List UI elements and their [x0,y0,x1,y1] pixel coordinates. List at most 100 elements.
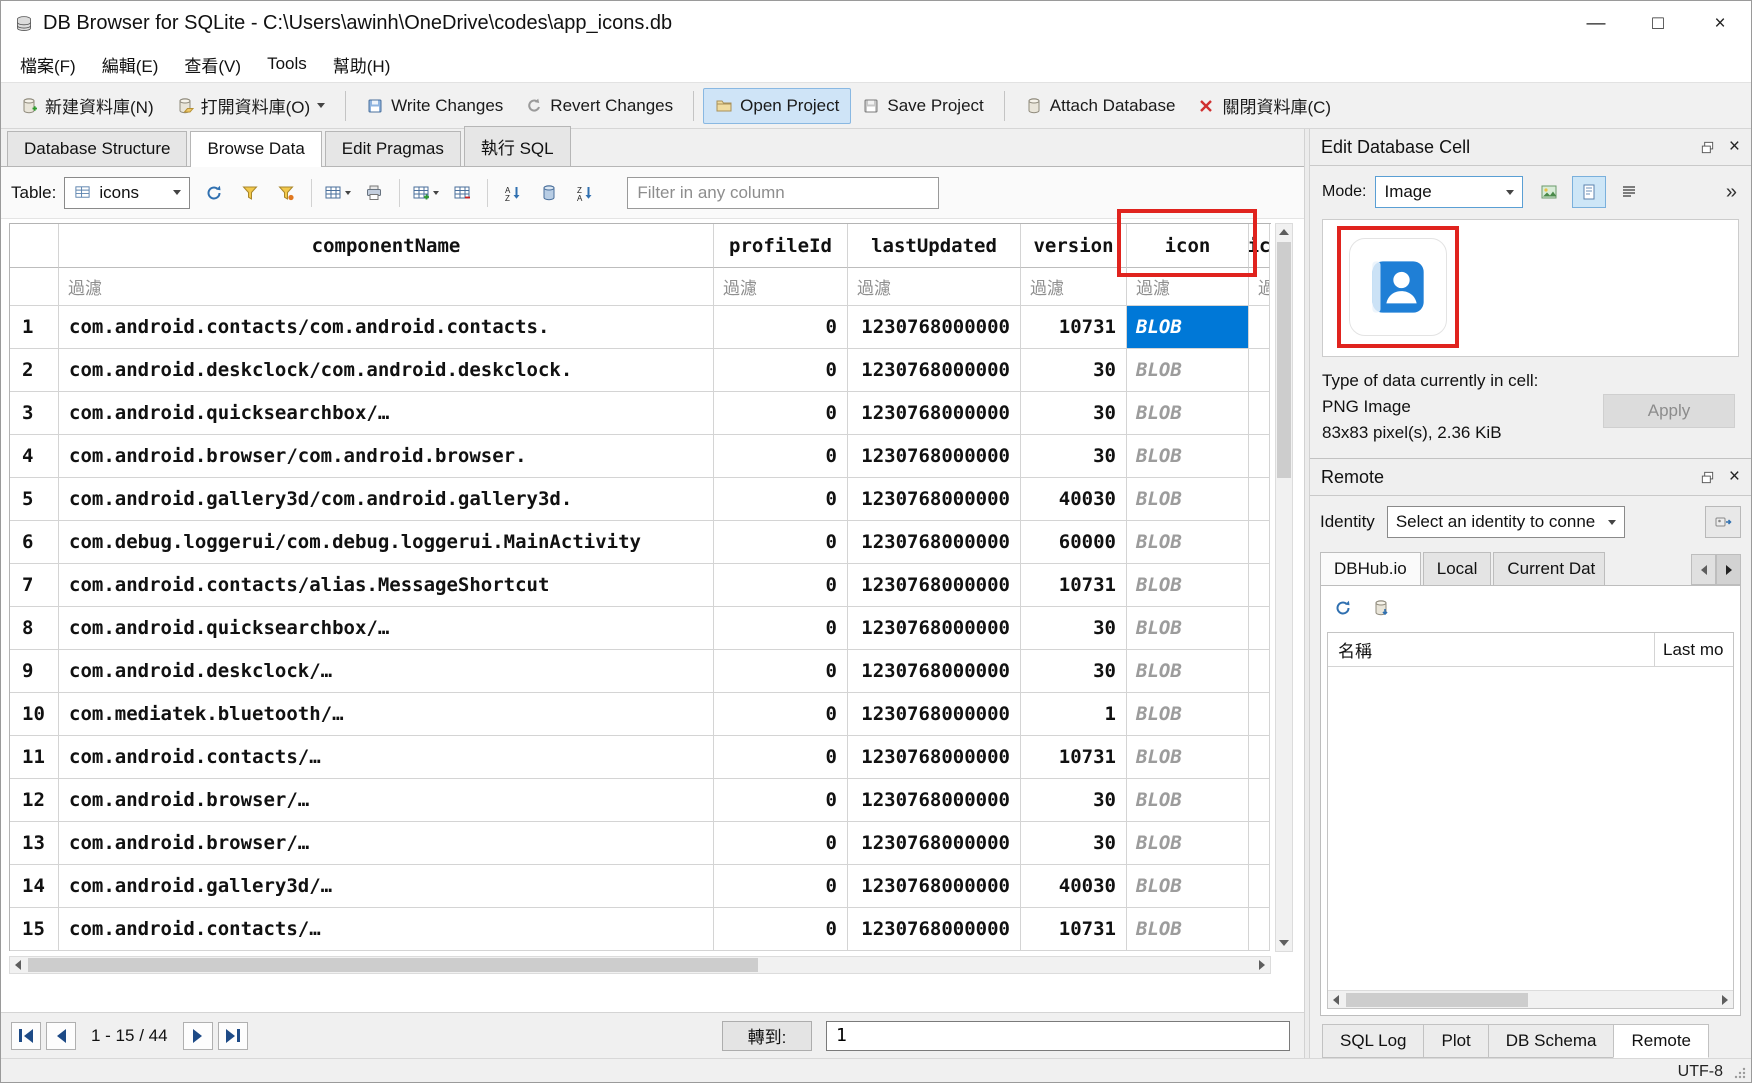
cell-version[interactable]: 60000 [1021,521,1127,564]
row-number[interactable]: 4 [10,435,59,478]
text-mode-button[interactable] [1572,176,1606,208]
main-tab-2[interactable]: Edit Pragmas [325,131,461,166]
main-tab-3[interactable]: 執行 SQL [464,126,571,166]
cell-image-preview[interactable] [1349,238,1447,336]
cell-extra[interactable] [1249,478,1270,521]
row-number[interactable]: 9 [10,650,59,693]
row-number[interactable]: 14 [10,865,59,908]
main-tab-0[interactable]: Database Structure [7,131,187,166]
cell-extra[interactable] [1249,607,1270,650]
dock-tab-0[interactable]: SQL Log [1322,1024,1424,1058]
tab-scroll-right-button[interactable] [1716,554,1741,585]
menu-item-4[interactable]: 幫助(H) [320,47,404,82]
import-identity-button[interactable] [1705,506,1741,538]
row-number[interactable]: 15 [10,908,59,951]
row-number[interactable]: 12 [10,779,59,822]
cell-extra[interactable] [1249,392,1270,435]
cell-lastUpdated[interactable]: 1230768000000 [848,306,1021,349]
write-changes-button[interactable]: Write Changes [355,89,514,123]
cell-lastUpdated[interactable]: 1230768000000 [848,908,1021,951]
cell-icon[interactable]: BLOB [1127,693,1249,736]
row-number[interactable]: 8 [10,607,59,650]
cell-profileId[interactable]: 0 [714,650,848,693]
cell-icon[interactable]: BLOB [1127,478,1249,521]
save-project-button[interactable]: Save Project [851,89,994,123]
identity-selector[interactable]: Select an identity to conne [1387,506,1625,538]
encoding-label[interactable]: UTF-8 [1678,1063,1723,1081]
close-panel-icon[interactable]: × [1729,136,1740,158]
cell-profileId[interactable]: 0 [714,693,848,736]
cell-componentName[interactable]: com.android.gallery3d/… [59,865,714,908]
cell-icon[interactable]: BLOB [1127,306,1249,349]
cell-icon[interactable]: BLOB [1127,349,1249,392]
cell-profileId[interactable]: 0 [714,736,848,779]
minimize-button[interactable]: — [1565,1,1627,46]
cell-version[interactable]: 40030 [1021,865,1127,908]
cell-icon[interactable]: BLOB [1127,521,1249,564]
cell-extra[interactable] [1249,865,1270,908]
dock-tab-3[interactable]: Remote [1613,1024,1709,1058]
column-header-extra[interactable]: ic [1249,224,1270,268]
cell-componentName[interactable]: com.debug.loggerui/com.debug.loggerui.Ma… [59,521,714,564]
close-panel-icon[interactable]: × [1729,466,1740,488]
cell-extra[interactable] [1249,521,1270,564]
cell-lastUpdated[interactable]: 1230768000000 [848,865,1021,908]
goto-input[interactable] [826,1021,1290,1051]
filter-input-componentName[interactable]: 過濾 [59,268,714,306]
cell-version[interactable]: 10731 [1021,306,1127,349]
filter-input-icon[interactable]: 過濾 [1127,268,1249,306]
image-export-button[interactable] [1532,176,1566,208]
sort-desc-button[interactable]: ZA [569,177,601,209]
remote-tab-2[interactable]: Current Dat [1493,552,1605,585]
cell-componentName[interactable]: com.mediatek.bluetooth/… [59,693,714,736]
cell-extra[interactable] [1249,779,1270,822]
row-number[interactable]: 1 [10,306,59,349]
mode-selector[interactable]: Image [1375,176,1523,208]
cell-componentName[interactable]: com.android.contacts/… [59,908,714,951]
scroll-right-button[interactable] [1254,957,1270,973]
save-filter-button[interactable] [270,177,302,209]
cell-version[interactable]: 30 [1021,349,1127,392]
last-record-button[interactable] [218,1022,248,1050]
cell-profileId[interactable]: 0 [714,435,848,478]
cell-version[interactable]: 30 [1021,779,1127,822]
cell-version[interactable]: 1 [1021,693,1127,736]
cell-componentName[interactable]: com.android.contacts/alias.MessageShortc… [59,564,714,607]
close-button[interactable]: × [1689,1,1751,46]
save-table-button[interactable] [321,177,354,209]
row-number[interactable]: 6 [10,521,59,564]
open-database-button[interactable]: 打開資料庫(O) [165,86,337,125]
cell-lastUpdated[interactable]: 1230768000000 [848,392,1021,435]
cell-lastUpdated[interactable]: 1230768000000 [848,779,1021,822]
dock-tab-2[interactable]: DB Schema [1488,1024,1615,1058]
delete-record-button[interactable] [446,177,478,209]
menu-item-2[interactable]: 查看(V) [171,47,254,82]
scrollbar-thumb[interactable] [1346,993,1528,1007]
column-header-icon[interactable]: icon [1127,224,1249,268]
cell-lastUpdated[interactable]: 1230768000000 [848,349,1021,392]
cell-icon[interactable]: BLOB [1127,908,1249,951]
cell-lastUpdated[interactable]: 1230768000000 [848,435,1021,478]
cell-lastUpdated[interactable]: 1230768000000 [848,650,1021,693]
cell-extra[interactable] [1249,306,1270,349]
previous-record-button[interactable] [46,1022,76,1050]
cell-lastUpdated[interactable]: 1230768000000 [848,607,1021,650]
cell-version[interactable]: 30 [1021,392,1127,435]
cell-version[interactable]: 30 [1021,822,1127,865]
remote-horizontal-scrollbar[interactable] [1328,990,1733,1008]
first-record-button[interactable] [11,1022,41,1050]
cell-profileId[interactable]: 0 [714,564,848,607]
word-wrap-button[interactable] [1612,176,1646,208]
cell-icon[interactable]: BLOB [1127,650,1249,693]
cell-version[interactable]: 10731 [1021,736,1127,779]
cell-version[interactable]: 40030 [1021,478,1127,521]
cell-componentName[interactable]: com.android.browser/com.android.browser. [59,435,714,478]
filter-input[interactable] [627,177,939,209]
column-header-lastUpdated[interactable]: lastUpdated [848,224,1021,268]
cell-lastUpdated[interactable]: 1230768000000 [848,736,1021,779]
cell-profileId[interactable]: 0 [714,865,848,908]
cell-componentName[interactable]: com.android.browser/… [59,822,714,865]
open-project-button[interactable]: Open Project [703,88,851,124]
goto-button[interactable]: 轉到: [722,1021,812,1051]
menu-item-3[interactable]: Tools [254,49,320,79]
